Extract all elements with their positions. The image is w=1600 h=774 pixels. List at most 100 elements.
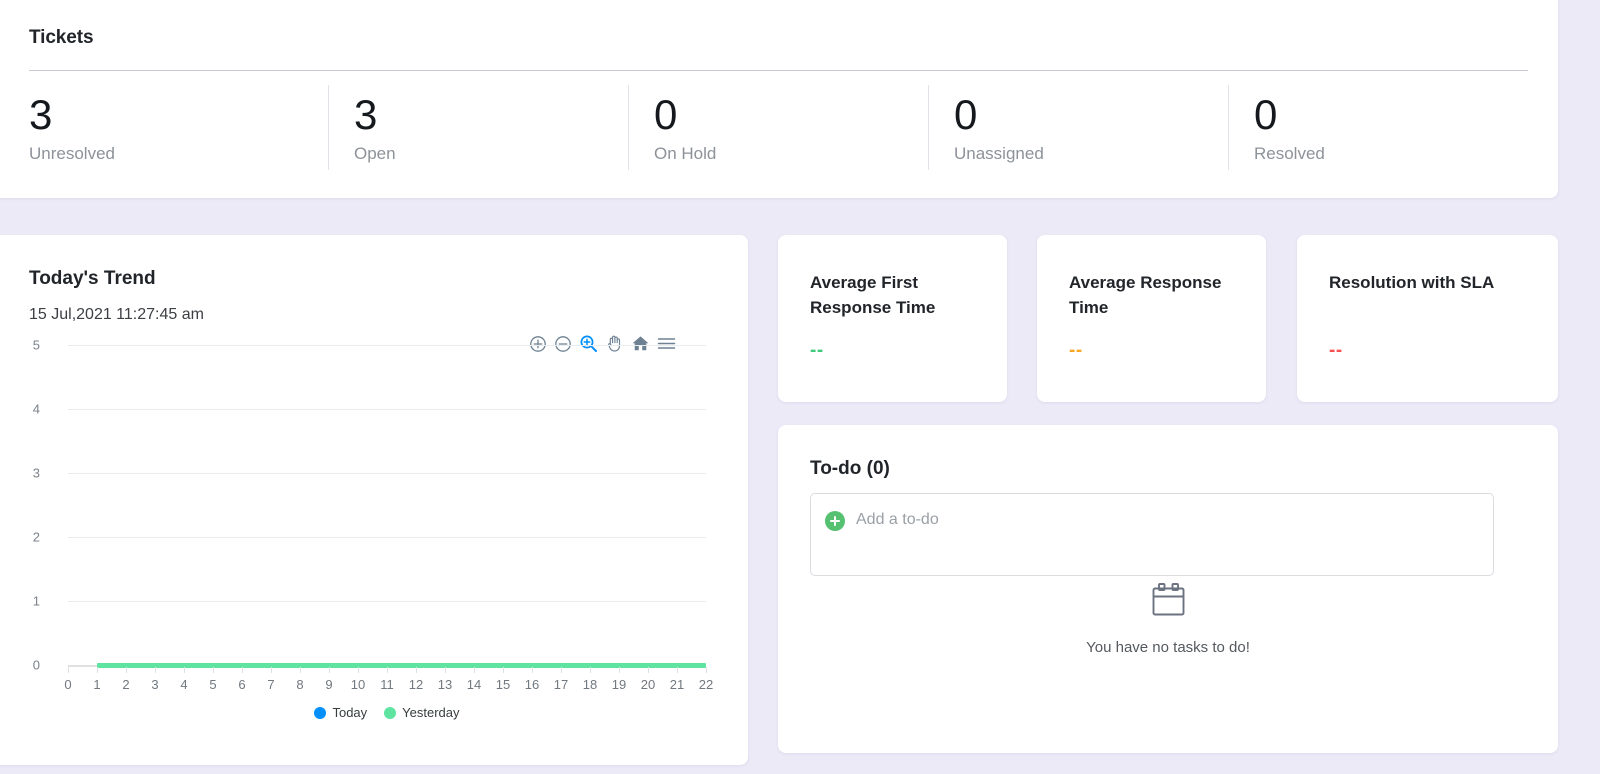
x-axis-tickmark bbox=[532, 667, 533, 673]
page-title: Tickets bbox=[29, 27, 94, 48]
stat-value: 0 bbox=[1254, 90, 1278, 138]
x-axis-tick-label: 17 bbox=[553, 677, 569, 692]
stat-label: On Hold bbox=[654, 143, 717, 163]
x-axis-tickmark bbox=[271, 667, 272, 673]
x-axis-tickmark bbox=[213, 667, 214, 673]
kpi-value: -- bbox=[810, 340, 824, 361]
trend-chart[interactable]: 012345 0 1 2 3 4 5 6 7 8 9 10 11 12 13 14 15 16 17 18 19 20 2… bbox=[0, 338, 718, 745]
stat-value: 3 bbox=[29, 90, 53, 138]
x-axis-tick-label: 10 bbox=[350, 677, 366, 692]
y-axis-tick-label: 2 bbox=[32, 529, 40, 545]
x-axis-tick-label: 21 bbox=[669, 677, 685, 692]
stat-resolved[interactable]: 0 Resolved bbox=[1228, 85, 1528, 170]
x-axis-tickmark bbox=[68, 667, 69, 673]
todo-empty-state: You have no tasks to do! bbox=[778, 580, 1558, 656]
x-axis-tickmark bbox=[97, 667, 98, 673]
chart-x-tickmarks bbox=[68, 667, 707, 673]
legend-item-yesterday[interactable]: Yesterday bbox=[384, 705, 460, 720]
x-axis-tickmark bbox=[184, 667, 185, 673]
x-axis-tick-label: 12 bbox=[408, 677, 424, 692]
gridline bbox=[68, 601, 706, 602]
x-axis-tickmark bbox=[387, 667, 388, 673]
add-todo-placeholder: Add a to-do bbox=[856, 511, 939, 528]
x-axis-tick-label: 11 bbox=[380, 677, 394, 692]
x-axis-tick-label: 20 bbox=[640, 677, 656, 692]
x-axis-tick-label: 18 bbox=[582, 677, 598, 692]
stat-open[interactable]: 3 Open bbox=[328, 85, 628, 170]
add-todo-input[interactable]: Add a to-do bbox=[810, 493, 1494, 576]
legend-marker bbox=[314, 706, 327, 719]
x-axis-tick-label: 19 bbox=[611, 677, 627, 692]
x-axis-tick-label: 1 bbox=[93, 677, 101, 692]
kpi-title: Resolution with SLA bbox=[1329, 273, 1495, 292]
x-axis-tickmark bbox=[329, 667, 330, 673]
x-axis-tick-label: 0 bbox=[64, 677, 72, 692]
x-axis-tick-label: 6 bbox=[238, 677, 246, 692]
x-axis-tick-label: 15 bbox=[495, 677, 511, 692]
kpi-card-resolution-with-sla: Resolution with SLA -- bbox=[1297, 235, 1558, 402]
x-axis-tickmark bbox=[242, 667, 243, 673]
x-axis-tickmark bbox=[590, 667, 591, 673]
x-axis-tickmark bbox=[300, 667, 301, 673]
dashboard-page: Tickets 3 Unresolved 3 Open 0 On Hold 0 Unassig… bbox=[0, 0, 1600, 774]
todays-trend-card: Today's Trend 15 Jul,2021 11:27:45 am 0 … bbox=[0, 235, 748, 765]
kpi-card-average-first-response-time: Average First Response Time -- bbox=[778, 235, 1007, 402]
y-axis-tick-label: 3 bbox=[32, 465, 40, 481]
x-axis-tick-label: 14 bbox=[466, 677, 482, 692]
x-axis-tick-label: 8 bbox=[296, 677, 304, 692]
stat-on-hold[interactable]: 0 On Hold bbox=[628, 85, 928, 170]
chart-legend[interactable]: Today Yesterday bbox=[68, 705, 706, 720]
gridline bbox=[68, 473, 706, 474]
x-axis-tickmark bbox=[706, 667, 707, 673]
y-axis-tick-label: 1 bbox=[32, 593, 40, 609]
x-axis-tickmark bbox=[619, 667, 620, 673]
gridline bbox=[68, 409, 706, 410]
chart-gridlines bbox=[68, 345, 706, 665]
kpi-title: Average First Response Time bbox=[810, 273, 936, 317]
x-axis-tickmark bbox=[503, 667, 504, 673]
chart-y-axis: 0 1 2 3 4 5 bbox=[0, 338, 40, 673]
stat-value: 3 bbox=[354, 90, 378, 138]
x-axis-tickmark bbox=[358, 667, 359, 673]
x-axis-tick-label: 22 bbox=[698, 677, 714, 692]
todo-card: To-do (0) Add a to-do You have no tasks … bbox=[778, 425, 1558, 753]
calendar-icon bbox=[1148, 580, 1189, 626]
plus-icon[interactable] bbox=[825, 511, 845, 531]
todo-title: To-do (0) bbox=[810, 458, 890, 479]
x-axis-tick-label: 16 bbox=[524, 677, 540, 692]
x-axis-tickmark bbox=[126, 667, 127, 673]
stat-label: Unresolved bbox=[29, 143, 115, 163]
trend-title: Today's Trend bbox=[29, 268, 156, 289]
stat-value: 0 bbox=[954, 90, 978, 138]
y-axis-tick-label: 4 bbox=[32, 401, 40, 417]
legend-item-today[interactable]: Today bbox=[314, 705, 367, 720]
title-divider bbox=[29, 70, 1528, 71]
x-axis-tick-label: 2 bbox=[122, 677, 130, 692]
stat-unresolved[interactable]: 3 Unresolved bbox=[29, 85, 328, 170]
x-axis-tick-label: 7 bbox=[267, 677, 275, 692]
gridline bbox=[68, 537, 706, 538]
x-axis-tickmark bbox=[445, 667, 446, 673]
x-axis-tick-label: 5 bbox=[209, 677, 217, 692]
kpi-card-average-response-time: Average Response Time -- bbox=[1037, 235, 1266, 402]
x-axis-tickmark bbox=[474, 667, 475, 673]
kpi-title: Average Response Time bbox=[1069, 273, 1222, 317]
stat-value: 0 bbox=[654, 90, 678, 138]
trend-timestamp: 15 Jul,2021 11:27:45 am bbox=[29, 306, 204, 323]
x-axis-tickmark bbox=[677, 667, 678, 673]
stat-label: Unassigned bbox=[954, 143, 1044, 163]
x-axis-tickmark bbox=[416, 667, 417, 673]
x-axis-tickmark bbox=[155, 667, 156, 673]
tickets-stats-row: 3 Unresolved 3 Open 0 On Hold 0 Unassigned 0 Reso… bbox=[29, 85, 1528, 170]
tickets-summary-card: Tickets 3 Unresolved 3 Open 0 On Hold 0 Unassig… bbox=[0, 0, 1558, 198]
x-axis-tick-label: 13 bbox=[437, 677, 453, 692]
x-axis-tickmark bbox=[561, 667, 562, 673]
x-axis-tick-label: 9 bbox=[325, 677, 333, 692]
kpi-value: -- bbox=[1329, 340, 1343, 361]
stat-label: Resolved bbox=[1254, 143, 1325, 163]
legend-label: Today bbox=[332, 705, 368, 720]
stat-unassigned[interactable]: 0 Unassigned bbox=[928, 85, 1228, 170]
y-axis-tick-label: 0 bbox=[32, 657, 40, 673]
legend-label: Yesterday bbox=[402, 705, 460, 720]
stat-label: Open bbox=[354, 143, 396, 163]
